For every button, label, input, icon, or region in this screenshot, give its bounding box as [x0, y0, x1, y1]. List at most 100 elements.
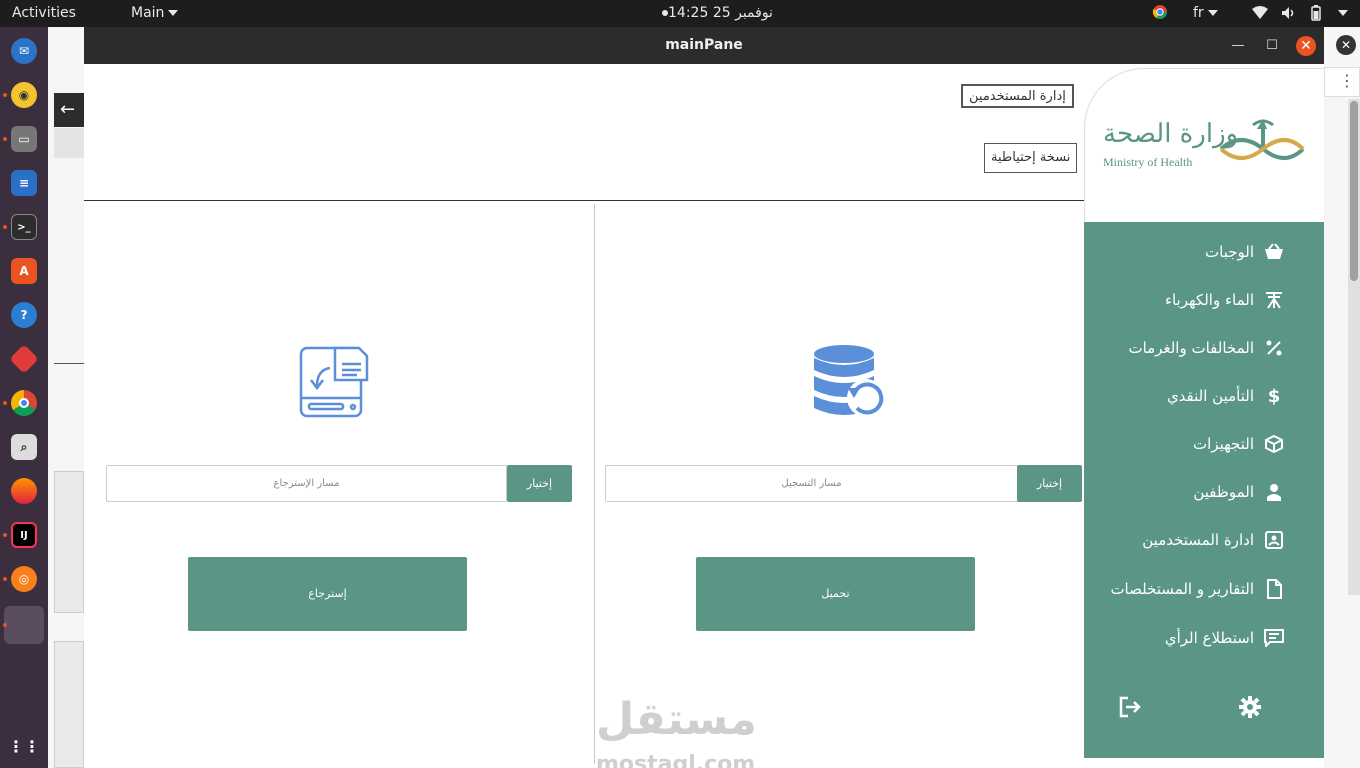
- volume-icon[interactable]: [1281, 6, 1297, 24]
- sidebar-item-meals[interactable]: الوجبات: [1205, 237, 1284, 267]
- terminal-icon[interactable]: >_: [11, 214, 37, 240]
- battery-icon[interactable]: [1310, 5, 1322, 25]
- sidebar-item-cash-insurance[interactable]: التأمين النقدي $: [1167, 381, 1284, 411]
- close-icon[interactable]: ✕: [1336, 35, 1356, 55]
- sidebar-item-label: المخالفات والغرمات: [1128, 339, 1254, 357]
- sidebar-item-label: التجهيزات: [1193, 435, 1254, 453]
- java-app-icon[interactable]: [4, 606, 44, 644]
- tab-user-admin[interactable]: إدارة المستخدمين: [961, 84, 1074, 108]
- running-indicator: [3, 533, 7, 537]
- download-button[interactable]: تحميل: [696, 557, 975, 631]
- chevron-down-icon: [1207, 10, 1218, 16]
- collapse-panel: [54, 128, 84, 158]
- chat-icon: [1264, 628, 1284, 648]
- app-menu-label: Main: [131, 5, 165, 21]
- restore-choose-button[interactable]: إختيار: [507, 465, 572, 502]
- percent-icon: [1264, 338, 1284, 358]
- logout-icon[interactable]: [1118, 695, 1142, 723]
- sidebar: الوجبات الماء والكهرباء المخالفات والغرم…: [1084, 222, 1324, 758]
- cube-icon: [1264, 434, 1284, 454]
- sidebar-item-label: الوجبات: [1205, 243, 1254, 261]
- wifi-icon[interactable]: [1252, 6, 1268, 24]
- side-panel: [54, 641, 84, 768]
- sidebar-item-label: التقارير و المستخلصات: [1110, 580, 1254, 598]
- firefox-icon[interactable]: [11, 478, 37, 504]
- sidebar-item-employees[interactable]: الموظفين: [1193, 477, 1284, 507]
- tab-backup[interactable]: نسخة إحتياطية: [984, 143, 1078, 173]
- restore-path-input[interactable]: مسار الإسترجاع: [106, 465, 507, 502]
- minimize-icon[interactable]: —: [1228, 36, 1248, 56]
- side-panel: [54, 471, 84, 613]
- window-content: إدارة المستخدمين نسخة إحتياطية مسار الإس…: [84, 64, 1324, 768]
- system-menu[interactable]: [1334, 5, 1348, 21]
- running-indicator: [3, 93, 7, 97]
- chevron-down-icon: [168, 10, 179, 16]
- chrome-icon[interactable]: [11, 390, 37, 416]
- logo-english: Ministry of Health: [1103, 155, 1193, 169]
- scrollbar-thumb[interactable]: [1350, 101, 1358, 281]
- language-selector[interactable]: fr: [1193, 5, 1218, 21]
- more-menu-icon[interactable]: ⋮: [1324, 67, 1360, 97]
- software-center-icon[interactable]: A: [11, 258, 37, 284]
- close-icon[interactable]: ✕: [1296, 36, 1316, 56]
- sidebar-item-label: استطلاع الرأي: [1164, 629, 1254, 647]
- sidebar-item-utilities[interactable]: الماء والكهرباء: [1165, 285, 1284, 315]
- watermark-latin: mostaql.com: [596, 752, 756, 768]
- clock[interactable]: نوفمبر 25 14:25: [652, 5, 773, 21]
- app-menu[interactable]: Main: [131, 5, 179, 21]
- back-arrow-icon[interactable]: ←: [60, 99, 75, 120]
- search-app-icon[interactable]: ⌕: [11, 434, 37, 460]
- back-arrow-area: ←: [54, 93, 84, 127]
- chevron-down-icon: [1338, 10, 1348, 16]
- utility-pole-icon: [1264, 290, 1284, 310]
- running-indicator: [3, 577, 7, 581]
- chrome-tray-icon[interactable]: [1152, 4, 1168, 24]
- show-apps-icon[interactable]: ⋮⋮: [8, 733, 40, 759]
- sidebar-item-violations[interactable]: المخالفات والغرمات: [1128, 333, 1284, 363]
- sidebar-item-label: الماء والكهرباء: [1164, 291, 1254, 309]
- anydesk-icon[interactable]: [9, 344, 39, 374]
- thunderbird-icon[interactable]: ✉: [11, 38, 37, 64]
- panel-divider: [594, 204, 595, 764]
- dock: ✉ ◉ ▭ ≡ >_ A ? ⌕ IJ ◎ ⋮⋮: [0, 27, 48, 768]
- running-indicator: [3, 225, 7, 229]
- language-label: fr: [1193, 5, 1204, 21]
- files-icon[interactable]: ▭: [11, 126, 37, 152]
- user-card-icon: [1264, 530, 1284, 550]
- restore-file-icon: [297, 344, 369, 424]
- clock-label: نوفمبر 25 14:25: [668, 5, 773, 21]
- scrollbar[interactable]: [1348, 99, 1360, 595]
- rhythmbox-icon[interactable]: ◉: [11, 82, 37, 108]
- watermark-arabic: مستقل: [596, 694, 757, 745]
- database-restore-icon: [810, 344, 888, 424]
- dollar-icon: $: [1267, 385, 1281, 407]
- writer-icon[interactable]: ≡: [11, 170, 37, 196]
- restore-button[interactable]: إسترجاع: [188, 557, 467, 631]
- file-icon: [1264, 579, 1284, 599]
- maximize-icon[interactable]: ☐: [1262, 36, 1282, 56]
- header-divider: [84, 200, 1084, 201]
- sidebar-item-label: الموظفين: [1193, 483, 1254, 501]
- window-titlebar[interactable]: mainPane — ☐ ✕: [84, 27, 1324, 64]
- sidebar-item-equipment[interactable]: التجهيزات: [1193, 429, 1284, 459]
- sidebar-item-user-admin[interactable]: ادارة المستخدمين: [1142, 525, 1284, 555]
- running-indicator: [3, 623, 7, 627]
- sidebar-item-survey[interactable]: استطلاع الرأي: [1165, 623, 1284, 653]
- running-indicator: [3, 401, 7, 405]
- window-title: mainPane: [665, 37, 743, 53]
- sidebar-item-reports[interactable]: التقارير و المستخلصات: [1110, 574, 1284, 604]
- moh-emblem-icon: [1217, 115, 1307, 175]
- backup-path-input[interactable]: مسار التسجيل: [605, 465, 1018, 502]
- system-top-bar: Activities Main نوفمبر 25 14:25 fr: [0, 0, 1360, 27]
- basket-icon: [1264, 242, 1284, 262]
- sidebar-item-label: ادارة المستخدمين: [1142, 531, 1254, 549]
- sublime-merge-icon[interactable]: ◎: [11, 566, 37, 592]
- intellij-icon[interactable]: IJ: [11, 522, 37, 548]
- gear-icon[interactable]: [1238, 695, 1262, 723]
- help-icon[interactable]: ?: [11, 302, 37, 328]
- main-window: mainPane — ☐ ✕ إدارة المستخدمين نسخة إحت…: [84, 27, 1324, 768]
- activities-button[interactable]: Activities: [12, 5, 76, 21]
- divider: [54, 363, 84, 364]
- employee-icon: [1264, 482, 1284, 502]
- backup-choose-button[interactable]: إختيار: [1017, 465, 1082, 502]
